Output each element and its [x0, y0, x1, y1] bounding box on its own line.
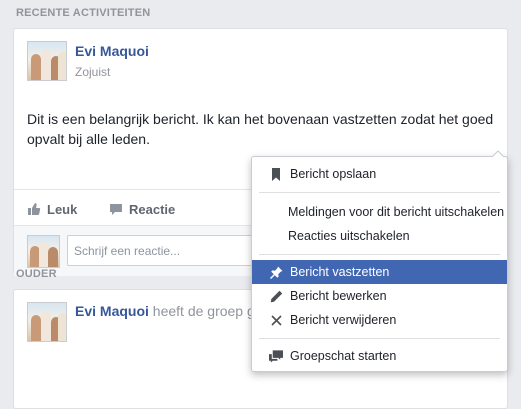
comment-button[interactable]: Reactie [109, 200, 175, 218]
post-timestamp[interactable]: Zojuist [75, 65, 110, 79]
menu-item-label: Reacties uitschakelen [288, 229, 410, 243]
menu-separator [259, 338, 500, 339]
menu-item-pin-post[interactable]: Bericht vastzetten [252, 260, 507, 284]
menu-item-label: Bericht bewerken [290, 289, 387, 303]
thumbs-up-icon [28, 203, 41, 215]
menu-item-disable-comments[interactable]: Reacties uitschakelen [252, 224, 507, 248]
author-avatar[interactable] [27, 41, 67, 81]
section-label-recent: RECENTE ACTIVITEITEN [16, 7, 151, 19]
post-author[interactable]: Evi Maquoi [75, 43, 149, 59]
chat-icon [269, 349, 283, 363]
post-text: Dit is een belangrijk bericht. Ik kan he… [27, 111, 494, 147]
comment-label: Reactie [129, 201, 176, 217]
pin-icon [269, 265, 283, 279]
commenter-avatar [27, 235, 60, 268]
menu-item-label: Meldingen voor dit bericht uitschakelen [288, 205, 505, 219]
bookmark-icon [269, 167, 283, 181]
post-action-text: heeft de groep g [152, 303, 255, 319]
section-label-older: OUDER [16, 268, 57, 280]
menu-item-label: Bericht verwijderen [290, 313, 397, 327]
post-headline: Evi Maquoi heeft de groep g [75, 303, 255, 319]
menu-item-label: Bericht vastzetten [290, 265, 390, 279]
post-author[interactable]: Evi Maquoi [75, 303, 149, 319]
like-button[interactable]: Leuk [27, 200, 77, 218]
menu-item-label: Groepschat starten [290, 349, 397, 363]
author-avatar[interactable] [27, 302, 67, 342]
post-options-menu: Bericht opslaan Meldingen voor dit beric… [251, 150, 508, 372]
menu-item-edit-post[interactable]: Bericht bewerken [252, 284, 507, 308]
menu-separator [259, 254, 500, 255]
menu-item-disable-notifications[interactable]: Meldingen voor dit bericht uitschakelen [252, 200, 507, 224]
close-icon [269, 313, 283, 327]
menu-item-delete-post[interactable]: Bericht verwijderen [252, 308, 507, 332]
menu-separator [259, 192, 500, 193]
menu-item-save-post[interactable]: Bericht opslaan [252, 162, 507, 186]
like-label: Leuk [47, 201, 78, 217]
menu-item-start-group-chat[interactable]: Groepschat starten [252, 344, 507, 368]
menu-caret [492, 150, 504, 157]
pencil-icon [269, 289, 283, 303]
menu-item-label: Bericht opslaan [290, 167, 377, 181]
comment-icon [110, 204, 122, 215]
